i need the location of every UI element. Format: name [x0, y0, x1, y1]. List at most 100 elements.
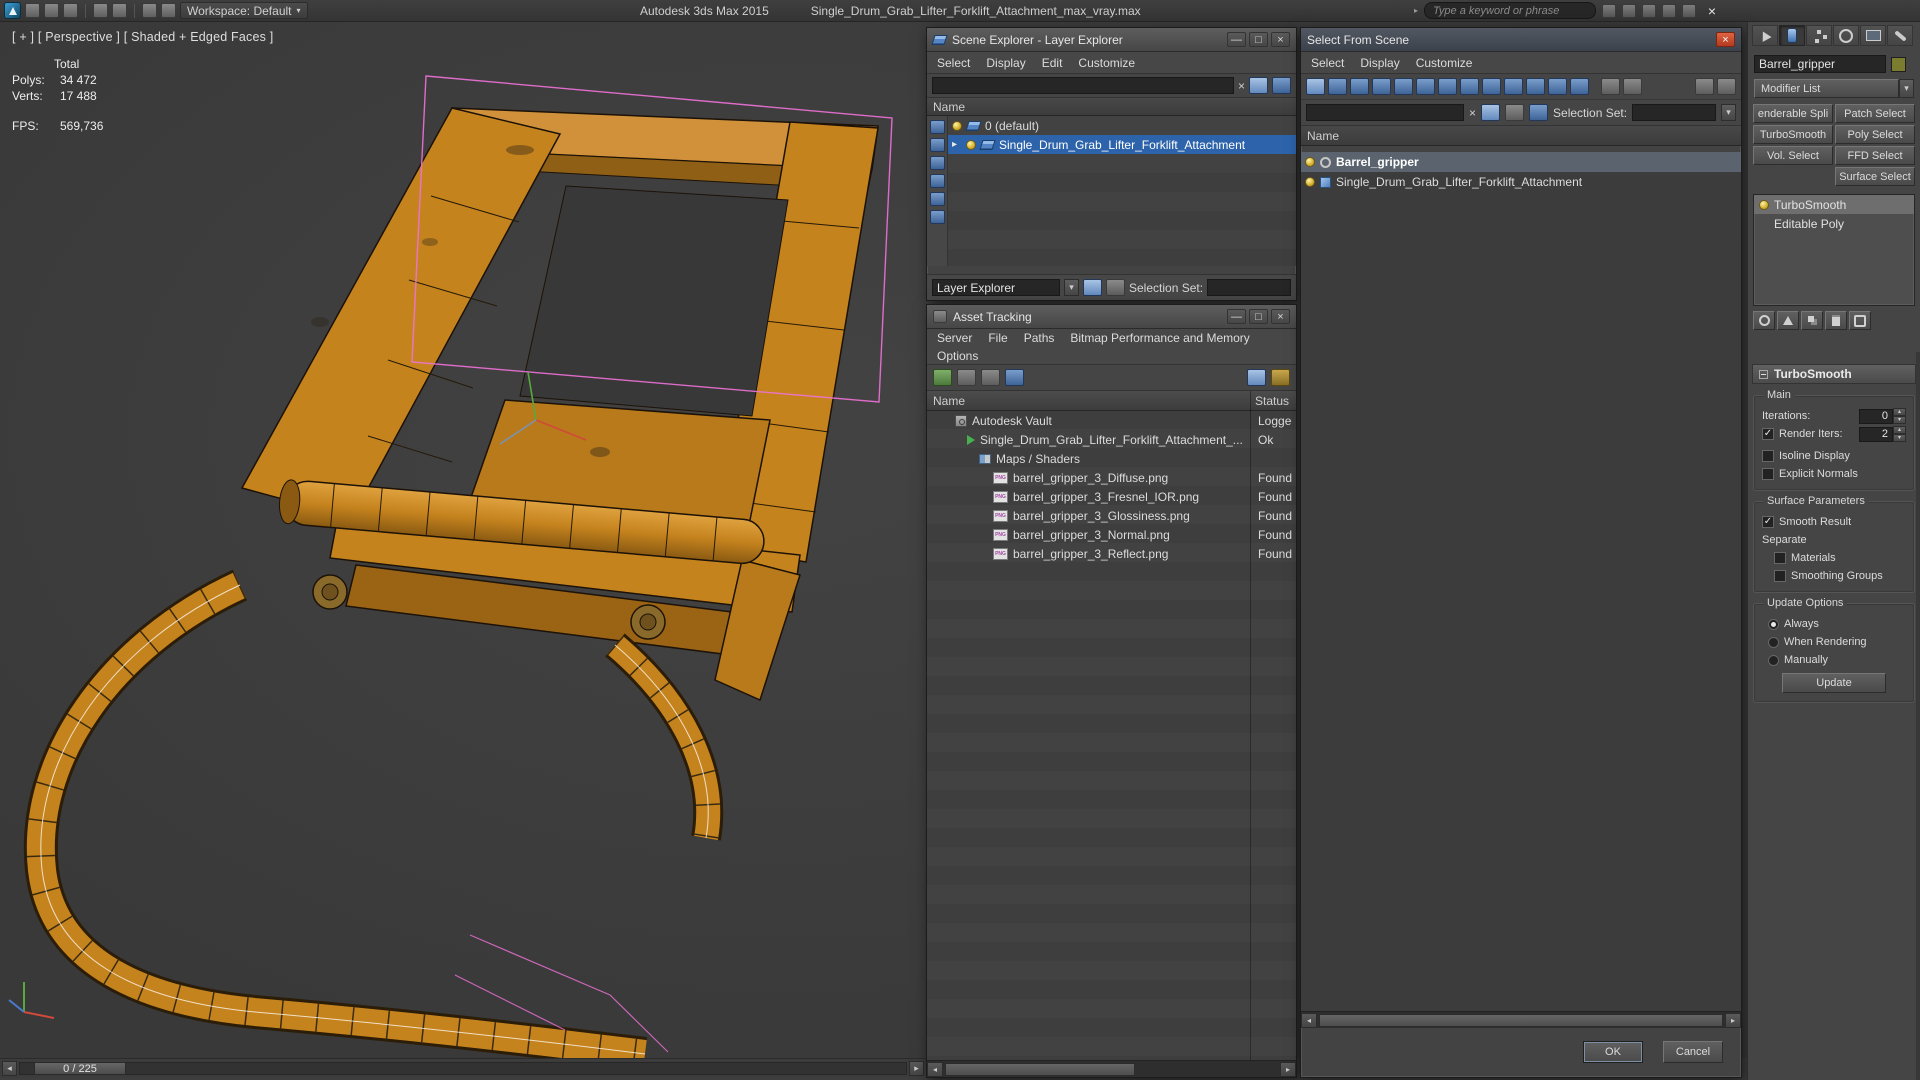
- open-file-icon[interactable]: [44, 3, 59, 18]
- viewport-label[interactable]: [ + ] [ Perspective ] [ Shaded + Edged F…: [12, 30, 273, 44]
- modifier-set-button[interactable]: TurboSmooth: [1753, 125, 1833, 144]
- chevron-down-icon[interactable]: ▾: [1721, 104, 1736, 121]
- display-all-icon[interactable]: [1306, 78, 1325, 95]
- remove-modifier-icon[interactable]: [1825, 311, 1847, 330]
- menu-paths[interactable]: Paths: [1024, 331, 1055, 345]
- asset-tracking-titlebar[interactable]: Asset Tracking — □ ×: [927, 305, 1296, 329]
- modifier-set-button[interactable]: Vol. Select: [1753, 146, 1833, 165]
- layer-row[interactable]: ▸ Single_Drum_Grab_Lifter_Forklift_Attac…: [948, 135, 1296, 154]
- hierarchy-mode-icon[interactable]: [1106, 279, 1125, 296]
- bulb-icon[interactable]: [1305, 177, 1315, 187]
- favorites-icon[interactable]: [1662, 3, 1677, 18]
- next-frame-icon[interactable]: ▸: [909, 1061, 924, 1076]
- name-column-header[interactable]: Name: [933, 100, 965, 114]
- close-icon[interactable]: ×: [1271, 309, 1290, 324]
- maximize-icon[interactable]: □: [1249, 32, 1268, 47]
- close-icon[interactable]: ×: [1271, 32, 1290, 47]
- ok-button[interactable]: OK: [1583, 1041, 1643, 1063]
- modifier-set-button[interactable]: enderable Spli: [1753, 104, 1833, 123]
- settings-icon[interactable]: [1271, 369, 1290, 386]
- chevron-down-icon[interactable]: ▾: [1064, 279, 1079, 296]
- search-icon[interactable]: [1602, 3, 1617, 18]
- minimize-icon[interactable]: —: [1227, 309, 1246, 324]
- pin-stack-icon[interactable]: [1753, 311, 1775, 330]
- update-button[interactable]: Update: [1782, 673, 1886, 693]
- menu-customize[interactable]: Customize: [1078, 56, 1135, 70]
- bulb-icon[interactable]: [1759, 199, 1769, 210]
- render-iters-spinner[interactable]: [1859, 426, 1893, 442]
- asset-row[interactable]: barrel_gripper_3_Normal.png Found: [927, 525, 1296, 544]
- menu-display[interactable]: Display: [1360, 56, 1399, 70]
- menu-customize[interactable]: Customize: [1416, 56, 1473, 70]
- menu-options[interactable]: Options: [937, 349, 978, 363]
- pick-layer-icon[interactable]: [1272, 77, 1291, 94]
- asset-row[interactable]: barrel_gripper_3_Reflect.png Found: [927, 544, 1296, 563]
- explorer-search-input[interactable]: [932, 77, 1234, 94]
- explorer-side-icon[interactable]: [929, 156, 945, 170]
- display-xrefs-icon[interactable]: [1482, 78, 1501, 95]
- scrollbar-thumb[interactable]: [1319, 1013, 1723, 1027]
- make-unique-icon[interactable]: [1801, 311, 1823, 330]
- explorer-side-icon[interactable]: [929, 138, 945, 152]
- clear-search-icon[interactable]: ×: [1238, 79, 1245, 93]
- always-radio[interactable]: [1768, 618, 1779, 630]
- spin-down-icon[interactable]: ▾: [1893, 434, 1906, 442]
- display-bones-icon[interactable]: [1504, 78, 1523, 95]
- spin-up-icon[interactable]: ▴: [1893, 408, 1906, 416]
- render-iters-checkbox[interactable]: [1762, 428, 1774, 440]
- menu-edit[interactable]: Edit: [1042, 56, 1063, 70]
- layer-row[interactable]: 0 (default): [948, 116, 1296, 135]
- view-list-icon[interactable]: [1601, 78, 1620, 95]
- lock-explorer-icon[interactable]: [1083, 279, 1102, 296]
- asset-row[interactable]: Single_Drum_Grab_Lifter_Forklift_Attachm…: [927, 430, 1296, 449]
- modifier-set-button[interactable]: Surface Select: [1835, 167, 1915, 186]
- tab-display[interactable]: [1860, 25, 1886, 46]
- explorer-mode-combo[interactable]: Layer Explorer: [932, 279, 1060, 296]
- modifier-set-button[interactable]: FFD Select: [1835, 146, 1915, 165]
- path-editor-icon[interactable]: [1247, 369, 1266, 386]
- smooth-result-checkbox[interactable]: [1762, 516, 1774, 528]
- object-name-field[interactable]: [1754, 55, 1886, 73]
- details-view-icon[interactable]: [1005, 369, 1024, 386]
- scene-search-input[interactable]: [1306, 104, 1464, 121]
- clear-search-icon[interactable]: ×: [1469, 106, 1476, 120]
- object-color-swatch[interactable]: [1891, 56, 1906, 72]
- display-lights-icon[interactable]: [1372, 78, 1391, 95]
- expand-all-icon[interactable]: [1505, 104, 1525, 121]
- when-rendering-radio[interactable]: [1768, 636, 1779, 648]
- 3dsmax-logo-icon[interactable]: [4, 2, 21, 19]
- panel-scrollbar[interactable]: [1916, 352, 1920, 1080]
- display-helpers-icon[interactable]: [1416, 78, 1435, 95]
- undo-icon[interactable]: [93, 3, 108, 18]
- object-row[interactable]: Single_Drum_Grab_Lifter_Forklift_Attachm…: [1301, 172, 1741, 192]
- modifier-list-dropdown[interactable]: Modifier List: [1754, 79, 1899, 98]
- close-icon[interactable]: ×: [1716, 32, 1735, 47]
- show-end-result-icon[interactable]: [1777, 311, 1799, 330]
- status-column-header[interactable]: Status: [1250, 394, 1290, 408]
- help-icon[interactable]: [1682, 3, 1697, 18]
- modifier-stack-row[interactable]: TurboSmooth: [1754, 195, 1914, 214]
- menu-display[interactable]: Display: [986, 56, 1025, 70]
- table-view-icon[interactable]: [981, 369, 1000, 386]
- explicit-normals-checkbox[interactable]: [1762, 468, 1774, 480]
- selection-set-combo[interactable]: [1207, 279, 1291, 296]
- previous-frame-icon[interactable]: ◂: [2, 1061, 17, 1076]
- sort-icon[interactable]: [1695, 78, 1714, 95]
- name-column-header[interactable]: Name: [933, 394, 1250, 408]
- menu-select[interactable]: Select: [1311, 56, 1344, 70]
- isoline-display-checkbox[interactable]: [1762, 450, 1774, 462]
- display-shapes-icon[interactable]: [1350, 78, 1369, 95]
- display-spacewarps-icon[interactable]: [1438, 78, 1457, 95]
- asset-row[interactable]: barrel_gripper_3_Diffuse.png Found: [927, 468, 1296, 487]
- find-options-icon[interactable]: [1249, 77, 1268, 94]
- explorer-side-icon[interactable]: [929, 210, 945, 224]
- display-containers-icon[interactable]: [1526, 78, 1545, 95]
- new-scene-icon[interactable]: [25, 3, 40, 18]
- spin-down-icon[interactable]: ▾: [1893, 416, 1906, 424]
- materials-checkbox[interactable]: [1774, 552, 1786, 564]
- asset-row[interactable]: Autodesk Vault Logged: [927, 411, 1296, 430]
- explorer-side-icon[interactable]: [929, 192, 945, 206]
- display-groups-icon[interactable]: [1460, 78, 1479, 95]
- configure-columns-icon[interactable]: [1717, 78, 1736, 95]
- display-cameras-icon[interactable]: [1394, 78, 1413, 95]
